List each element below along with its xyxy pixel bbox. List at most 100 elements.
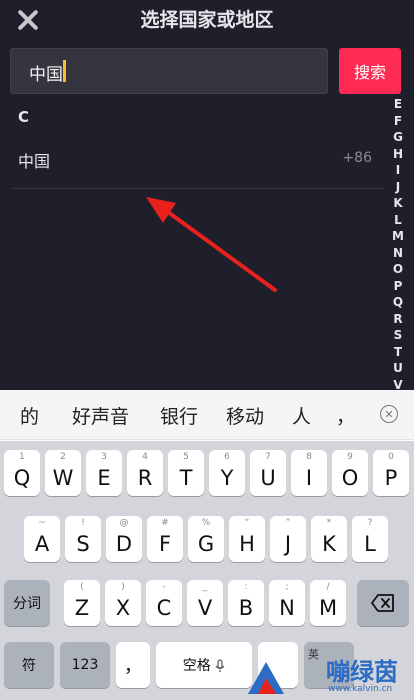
key-hint: ” [285, 518, 291, 528]
key-label: L [364, 532, 376, 556]
key-f[interactable]: # F [147, 516, 183, 562]
key-label: S [76, 532, 90, 556]
key-hint: : [244, 582, 248, 592]
key-s[interactable]: ! S [65, 516, 101, 562]
space-key[interactable]: 空格 [156, 642, 252, 688]
key-hint: % [201, 518, 211, 528]
key-hint: ? [367, 518, 373, 528]
key-p[interactable]: 0P [373, 450, 409, 496]
close-circle-icon[interactable]: ✕ [380, 405, 398, 423]
watermark-logo-icon [248, 662, 284, 694]
key-hint: 2 [60, 452, 66, 462]
key-j[interactable]: ” J [270, 516, 306, 562]
comma-key-label: ， [124, 656, 142, 677]
key-hint: * [326, 518, 332, 528]
key-label: K [322, 532, 336, 556]
key-label: H [239, 532, 255, 556]
key-hint: ( [80, 582, 84, 592]
key-m[interactable]: / M [310, 580, 346, 626]
key-label: E [97, 466, 111, 490]
key-label: D [115, 532, 133, 556]
key-l[interactable]: ? L [352, 516, 388, 562]
key-hint: _ [202, 582, 208, 592]
segment-key[interactable]: 分词 [4, 580, 50, 626]
key-label: V [197, 596, 213, 620]
key-label: U [260, 466, 276, 490]
key-e[interactable]: 3E [86, 450, 122, 496]
key-label: W [52, 466, 74, 490]
space-key-label: 空格 [156, 655, 252, 675]
key-hint: 9 [347, 452, 353, 462]
candidate-item[interactable]: 人 [292, 402, 311, 429]
backspace-key[interactable] [357, 580, 409, 626]
key-i[interactable]: 8I [291, 450, 327, 496]
key-label: N [279, 596, 295, 620]
key-w[interactable]: 2W [45, 450, 81, 496]
microphone-icon [215, 659, 225, 672]
key-label: Z [74, 596, 90, 620]
candidate-item[interactable]: 银行 [160, 402, 198, 429]
key-n[interactable]: ; N [269, 580, 305, 626]
watermark-text: 嘣绿茵 [326, 658, 398, 686]
key-label: O [341, 466, 359, 490]
key-hint: 7 [265, 452, 271, 462]
key-hint: ~ [38, 518, 46, 528]
segment-key-label: 分词 [13, 596, 41, 612]
key-hint: # [161, 518, 169, 528]
key-hint: ; [285, 582, 289, 592]
symbol-key-label: 符 [22, 658, 36, 674]
key-label: F [158, 532, 172, 556]
candidate-item[interactable]: 的 [20, 402, 39, 429]
candidate-item[interactable]: 好声音 [72, 402, 129, 429]
key-label: M [318, 596, 338, 620]
key-hint: ) [121, 582, 125, 592]
key-g[interactable]: % G [188, 516, 224, 562]
key-a[interactable]: ~ A [24, 516, 60, 562]
key-label: J [284, 532, 292, 556]
key-label: Q [13, 466, 31, 490]
key-label: X [115, 596, 131, 620]
key-k[interactable]: * K [311, 516, 347, 562]
key-b[interactable]: :B [228, 580, 264, 626]
red-arrow-annotation [146, 197, 277, 292]
key-hint: 5 [183, 452, 189, 462]
key-label: Y [220, 466, 234, 490]
number-key[interactable]: 123 [60, 642, 110, 688]
key-hint: 8 [306, 452, 312, 462]
key-hint: - [162, 582, 166, 592]
key-q[interactable]: 1Q [4, 450, 40, 496]
key-hint: 6 [224, 452, 230, 462]
key-label: R [137, 466, 153, 490]
number-key-label: 123 [71, 657, 99, 673]
key-hint: @ [119, 518, 129, 528]
key-u[interactable]: 7U [250, 450, 286, 496]
key-hint: 1 [19, 452, 25, 462]
key-z[interactable]: (Z [64, 580, 100, 626]
arrow-head [146, 197, 176, 223]
key-v[interactable]: _ V [187, 580, 223, 626]
space-key-text: 空格 [182, 658, 211, 674]
key-hint: 3 [101, 452, 107, 462]
key-y[interactable]: 6Y [209, 450, 245, 496]
key-hint: “ [244, 518, 250, 528]
key-x[interactable]: ) X [105, 580, 141, 626]
key-h[interactable]: “H [229, 516, 265, 562]
key-label: C [156, 596, 172, 620]
candidate-item[interactable]: ， [336, 402, 355, 429]
arrow-shaft [166, 210, 277, 292]
key-hint: 4 [142, 452, 148, 462]
symbol-key[interactable]: 符 [4, 642, 54, 688]
watermark: 嘣绿茵 www.kalvin.cn [246, 652, 414, 700]
candidate-item[interactable]: 移动 [226, 402, 264, 429]
key-o[interactable]: 9O [332, 450, 368, 496]
key-hint: 0 [388, 452, 394, 462]
candidate-bar: 的 好声音 银行 移动 人 ， ✕ [0, 390, 414, 440]
key-label: G [197, 532, 215, 556]
key-label: I [305, 466, 313, 490]
comma-key[interactable]: ， [116, 642, 150, 688]
key-d[interactable]: @ D [106, 516, 142, 562]
key-r[interactable]: 4R [127, 450, 163, 496]
key-c[interactable]: -C [146, 580, 182, 626]
watermark-url: www.kalvin.cn [328, 684, 393, 694]
key-t[interactable]: 5T [168, 450, 204, 496]
